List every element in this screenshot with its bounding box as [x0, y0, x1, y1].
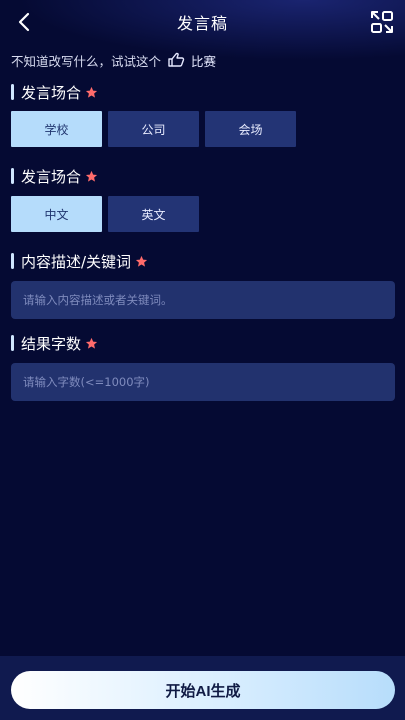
- option-company[interactable]: 公司: [108, 111, 199, 147]
- required-star-icon: [135, 255, 148, 267]
- section-language-title: 发言场合: [11, 165, 98, 187]
- competition-link[interactable]: 比赛: [191, 51, 216, 70]
- header: 发言稿: [0, 0, 405, 44]
- start-ai-generate-button[interactable]: 开始AI生成: [11, 671, 395, 709]
- section-keywords-title: 内容描述/关键词: [11, 250, 148, 272]
- chevron-left-icon: [18, 12, 30, 32]
- required-star-icon: [85, 86, 98, 98]
- occasion-options: 学校 公司 会场: [11, 111, 296, 147]
- language-options: 中文 英文: [11, 196, 199, 232]
- history-swap-icon: [371, 11, 393, 33]
- required-star-icon: [85, 337, 98, 349]
- keywords-input[interactable]: [11, 281, 395, 319]
- option-school[interactable]: 学校: [11, 111, 102, 147]
- history-button[interactable]: [369, 9, 395, 35]
- option-english[interactable]: 英文: [108, 196, 199, 232]
- hint-text: 不知道改写什么，试试这个: [11, 53, 162, 69]
- section-label: 结果字数: [21, 334, 82, 353]
- section-label: 发言场合: [21, 83, 82, 102]
- pointing-hand-icon: [168, 52, 185, 67]
- back-button[interactable]: [12, 10, 36, 34]
- required-star-icon: [85, 170, 98, 182]
- section-accent-bar: [11, 253, 14, 269]
- section-label: 内容描述/关键词: [21, 252, 132, 271]
- option-venue[interactable]: 会场: [205, 111, 296, 147]
- option-chinese[interactable]: 中文: [11, 196, 102, 232]
- section-accent-bar: [11, 168, 14, 184]
- section-wordcount-title: 结果字数: [11, 332, 98, 354]
- hint-row: 不知道改写什么，试试这个 比赛: [11, 50, 216, 70]
- section-accent-bar: [11, 335, 14, 351]
- page-title: 发言稿: [176, 14, 228, 33]
- section-occasion-title: 发言场合: [11, 81, 98, 103]
- word-count-input[interactable]: [11, 363, 395, 401]
- section-label: 发言场合: [21, 167, 82, 186]
- section-accent-bar: [11, 84, 14, 100]
